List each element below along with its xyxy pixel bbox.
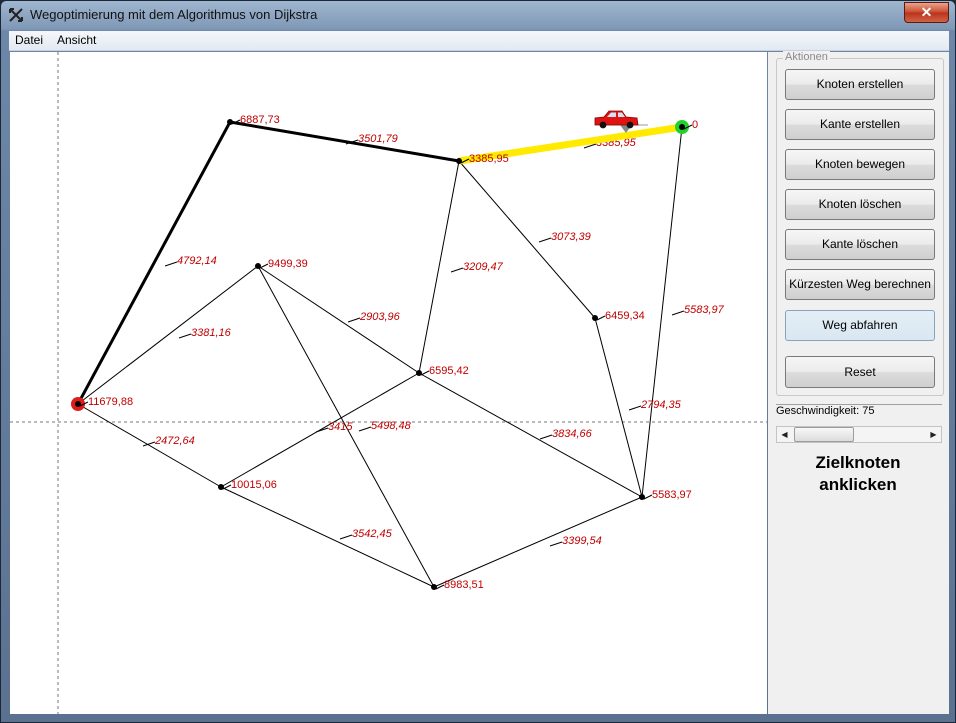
speed-slider-thumb[interactable] [794, 427, 854, 442]
edge-label-tick [539, 434, 553, 440]
edge-e1[interactable] [229, 120, 460, 163]
edge-label-tick [358, 426, 372, 432]
edge-e15[interactable] [433, 496, 643, 588]
car-icon [594, 110, 648, 133]
node-label-tick [259, 263, 269, 269]
node-label-n3: 0 [692, 119, 698, 131]
edge-label-e12: 2794,35 [640, 399, 682, 411]
compute-shortest-path-button[interactable]: Kürzesten Weg berechnen [785, 269, 935, 300]
node-label-tick [643, 494, 653, 500]
edge-label-e13: 2472,64 [154, 435, 195, 447]
delete-edge-button[interactable]: Kante löschen [785, 229, 935, 260]
edge-label-e14: 3542,45 [352, 528, 393, 540]
edge-label-tick [339, 534, 353, 540]
create-node-button[interactable]: Knoten erstellen [785, 69, 935, 100]
edge-label-e7: 3381,16 [191, 327, 232, 339]
instruction-line-2: anklicken [819, 475, 897, 494]
actions-group-label: Aktionen [783, 51, 830, 63]
delete-node-button[interactable]: Knoten löschen [785, 189, 935, 220]
edge-e13[interactable] [77, 403, 222, 488]
edge-label-e5: 3073,39 [551, 231, 591, 243]
crosshair [10, 52, 767, 714]
edge-label-e15: 3399,54 [562, 535, 602, 547]
edge-label-tick [164, 261, 178, 267]
menu-ansicht[interactable]: Ansicht [57, 33, 96, 47]
speed-label: Geschwindigkeit: 75 [776, 404, 942, 419]
scroll-left-icon[interactable]: ◀ [777, 427, 792, 442]
node-label-n4: 9499,39 [268, 258, 308, 270]
menu-datei[interactable]: Datei [15, 33, 43, 47]
graph-svg[interactable]: 3501,79 3385,95 4792,14 3209,47 3073,39 5583,… [10, 52, 767, 714]
close-button[interactable]: ✕ [904, 2, 949, 23]
menu-bar: Datei Ansicht [9, 31, 949, 51]
edge-label-tick [671, 310, 685, 316]
edge-e11[interactable] [418, 372, 643, 498]
drive-path-button[interactable]: Weg abfahren [785, 310, 935, 341]
node-label-n10: 8983,51 [444, 579, 484, 591]
app-icon [9, 8, 23, 22]
edge-label-tick [549, 541, 563, 547]
edge-label-tick [538, 237, 552, 243]
application-window: Wegoptimierung mit dem Algorithmus von D… [0, 0, 956, 723]
window-title: Wegoptimierung mit dem Algorithmus von D… [30, 7, 318, 22]
node-label-n2: 3385,95 [469, 153, 509, 165]
control-panel: Aktionen Knoten erstellen Kante erstelle… [768, 51, 949, 714]
speed-slider[interactable]: ◀ ▶ [776, 426, 942, 443]
edge-label-e11: 3834,66 [552, 428, 593, 440]
node-label-n8: 10015,06 [231, 479, 277, 491]
edge-label-tick [347, 317, 361, 323]
node-label-tick [596, 315, 606, 321]
edge-e6[interactable] [641, 126, 683, 498]
node-label-n6: 6595,42 [429, 365, 469, 377]
actions-group: Aktionen Knoten erstellen Kante erstelle… [776, 51, 944, 396]
node-label-n5: 6459,34 [605, 310, 645, 322]
edge-label-tick [178, 333, 192, 339]
reset-button[interactable]: Reset [785, 356, 935, 388]
instruction-text: Zielknoten anklicken [778, 452, 938, 496]
edge-label-tick [628, 405, 642, 411]
scroll-right-icon[interactable]: ▶ [926, 427, 941, 442]
edge-label-tick [450, 267, 464, 273]
edge-label-e8: 2903,96 [359, 311, 401, 323]
node-label-tick [420, 370, 430, 376]
node-label-n9: 5583,97 [652, 489, 692, 501]
graph-canvas[interactable]: 3501,79 3385,95 4792,14 3209,47 3073,39 5583,… [10, 52, 767, 714]
node-label-n1: 6887,73 [240, 114, 280, 126]
instruction-line-1: Zielknoten [815, 453, 901, 472]
edge-label-e1: 3501,79 [358, 133, 398, 145]
node-label-n7: 11679,88 [88, 396, 133, 408]
edge-label-e6: 5583,97 [684, 304, 725, 316]
title-bar: Wegoptimierung mit dem Algorithmus von D… [1, 1, 955, 29]
edge-e4[interactable] [418, 160, 460, 374]
edge-label-e3: 4792,14 [177, 255, 217, 267]
move-node-button[interactable]: Knoten bewegen [785, 149, 935, 180]
edge-e14[interactable] [220, 486, 435, 588]
edge-label-e4: 3209,47 [463, 261, 504, 273]
edge-label-e10: 3415 [328, 421, 353, 433]
create-edge-button[interactable]: Kante erstellen [785, 109, 935, 140]
edge-label-e9: 5498,48 [371, 420, 412, 432]
edge-e7[interactable] [77, 265, 259, 405]
